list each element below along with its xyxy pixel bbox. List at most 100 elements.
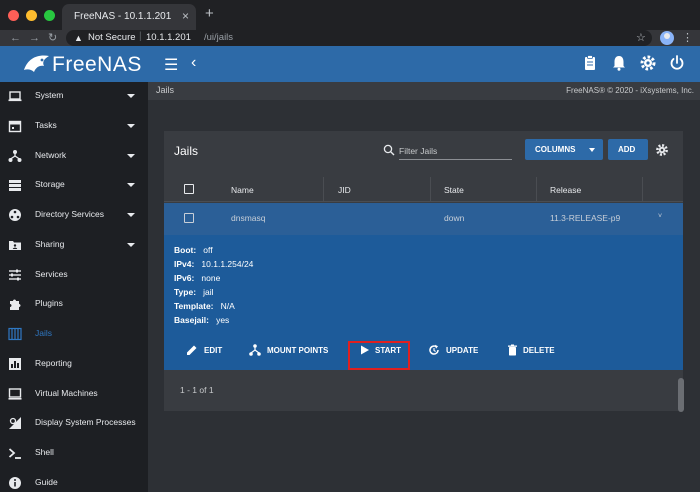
puzzle-icon xyxy=(10,299,21,311)
detail-value: none xyxy=(201,273,221,283)
detail-value: off xyxy=(203,245,213,255)
detail-ipv4: IPv4: 10.1.1.254/24 xyxy=(174,259,253,269)
breadcrumb[interactable]: Jails xyxy=(156,85,174,95)
url-separator: | xyxy=(139,31,142,42)
column-header-jid[interactable]: JID xyxy=(338,185,351,195)
card-title: Jails xyxy=(174,144,199,158)
sidebar-item-label: Virtual Machines xyxy=(35,387,98,398)
menu-icon[interactable]: ☰ xyxy=(164,55,178,75)
gear-icon[interactable] xyxy=(639,54,657,72)
detail-value: jail xyxy=(203,287,214,297)
sidebar-item-virtual-machines[interactable]: Virtual Machines xyxy=(0,380,148,410)
table-settings-gear-icon[interactable] xyxy=(655,143,669,157)
chevron-down-icon xyxy=(127,183,135,188)
filter-jails-input[interactable] xyxy=(399,143,512,160)
sliders-icon xyxy=(9,269,21,280)
sidebar-item-label: Reporting xyxy=(35,357,72,368)
sidebar-item-label: Sharing xyxy=(35,238,65,249)
detail-value: 10.1.1.254/24 xyxy=(201,259,254,269)
sidebar-item-guide[interactable]: Guide xyxy=(0,469,148,492)
sidebar-item-network[interactable]: Network xyxy=(0,142,148,172)
new-tab-button[interactable]: + xyxy=(205,5,214,22)
sidebar-item-sharing[interactable]: Sharing xyxy=(0,231,148,261)
sidebar-item-display-system-processes[interactable]: Display System Processes xyxy=(0,409,148,439)
detail-template: Template: N/A xyxy=(174,301,235,311)
update-icon xyxy=(429,344,439,355)
sidebar-item-jails[interactable]: Jails xyxy=(0,320,148,350)
sidebar-item-label: Directory Services xyxy=(35,209,104,219)
update-label: UPDATE xyxy=(446,346,479,355)
warning-icon: ▲ xyxy=(74,33,83,43)
close-window-button[interactable] xyxy=(8,10,19,21)
jail-release: 11.3-RELEASE-p9 xyxy=(550,213,621,223)
bookmark-star-icon[interactable]: ☆ xyxy=(636,30,646,46)
browser-menu-icon[interactable]: ⋮ xyxy=(682,30,693,46)
table-row[interactable]: dnsmasq down 11.3-RELEASE-p9 ˅ xyxy=(164,203,683,235)
column-divider xyxy=(642,177,643,202)
bell-icon[interactable] xyxy=(610,54,628,72)
browser-tab[interactable]: FreeNAS - 10.1.1.201 × xyxy=(62,4,196,30)
detail-key: Type: xyxy=(174,287,197,297)
browser-toolbar: ← → ↻ ▲ Not Secure | 10.1.1.201 /ui/jail… xyxy=(0,30,700,46)
jail-icon xyxy=(8,327,22,341)
pagination-summary: 1 - 1 of 1 xyxy=(180,385,214,395)
power-icon[interactable] xyxy=(668,54,686,72)
sidebar-item-services[interactable]: Services xyxy=(0,261,148,291)
select-all-checkbox[interactable] xyxy=(184,184,194,194)
back-arrow-icon[interactable]: ← xyxy=(10,30,21,46)
expand-chevron-icon[interactable]: ˅ xyxy=(658,213,662,220)
chevron-down-icon xyxy=(127,94,135,98)
clipboard-icon[interactable] xyxy=(581,54,599,72)
sidebar-item-shell[interactable]: Shell xyxy=(0,439,148,469)
tab-close-icon[interactable]: × xyxy=(182,9,189,23)
sidebar-item-label: Tasks xyxy=(35,119,57,130)
window-controls xyxy=(8,10,55,21)
maximize-window-button[interactable] xyxy=(44,10,55,21)
logo-text: FreeNAS xyxy=(52,53,142,76)
chart-icon xyxy=(9,357,21,370)
chevron-down-icon xyxy=(127,242,135,247)
column-divider xyxy=(536,177,537,202)
add-jail-button[interactable]: ADD xyxy=(608,139,648,160)
sidebar-item-reporting[interactable]: Reporting xyxy=(0,350,148,380)
reload-icon[interactable]: ↻ xyxy=(48,30,57,46)
laptop-icon xyxy=(8,91,22,102)
storage-icon xyxy=(9,180,21,192)
delete-button[interactable]: DELETE xyxy=(506,337,566,364)
directory-icon xyxy=(9,209,21,221)
processes-icon xyxy=(9,417,21,430)
chevron-down-icon xyxy=(127,213,135,217)
terminal-icon xyxy=(8,448,21,459)
detail-key: Boot: xyxy=(174,245,197,255)
sidebar-item-system[interactable]: System xyxy=(0,82,148,112)
edit-button[interactable]: EDIT xyxy=(186,337,246,364)
sidebar-item-plugins[interactable]: Plugins xyxy=(0,290,148,320)
detail-value: N/A xyxy=(220,301,235,311)
sidebar-item-storage[interactable]: Storage xyxy=(0,171,148,201)
profile-avatar[interactable] xyxy=(660,31,674,45)
column-header-name[interactable]: Name xyxy=(231,185,254,195)
detail-ipv6: IPv6: none xyxy=(174,273,220,283)
column-divider xyxy=(323,177,324,202)
column-header-release[interactable]: Release xyxy=(550,185,581,195)
update-button[interactable]: UPDATE xyxy=(428,337,493,364)
pencil-icon xyxy=(187,345,197,355)
info-icon xyxy=(9,476,21,489)
monitor-icon xyxy=(8,387,22,400)
columns-button[interactable]: COLUMNS xyxy=(525,139,603,160)
breadcrumb-bar: Jails FreeNAS® © 2020 - iXsystems, Inc. xyxy=(148,82,700,100)
column-header-state[interactable]: State xyxy=(444,185,464,195)
sidebar-item-label: Services xyxy=(35,268,68,279)
address-bar[interactable]: ▲ Not Secure | 10.1.1.201 /ui/jails ☆ xyxy=(66,30,652,46)
row-checkbox[interactable] xyxy=(184,213,194,223)
mount-points-label: MOUNT POINTS xyxy=(267,346,329,355)
back-icon[interactable]: ‹ xyxy=(191,54,196,72)
forward-arrow-icon[interactable]: → xyxy=(29,30,40,46)
folder-share-icon xyxy=(9,240,21,250)
sidebar-item-directory-services[interactable]: Directory Services xyxy=(0,201,148,231)
mount-points-button[interactable]: MOUNT POINTS xyxy=(249,337,339,364)
scrollbar-thumb[interactable] xyxy=(678,378,684,412)
minimize-window-button[interactable] xyxy=(26,10,37,21)
jail-name: dnsmasq xyxy=(231,213,266,223)
sidebar-item-tasks[interactable]: Tasks xyxy=(0,112,148,142)
